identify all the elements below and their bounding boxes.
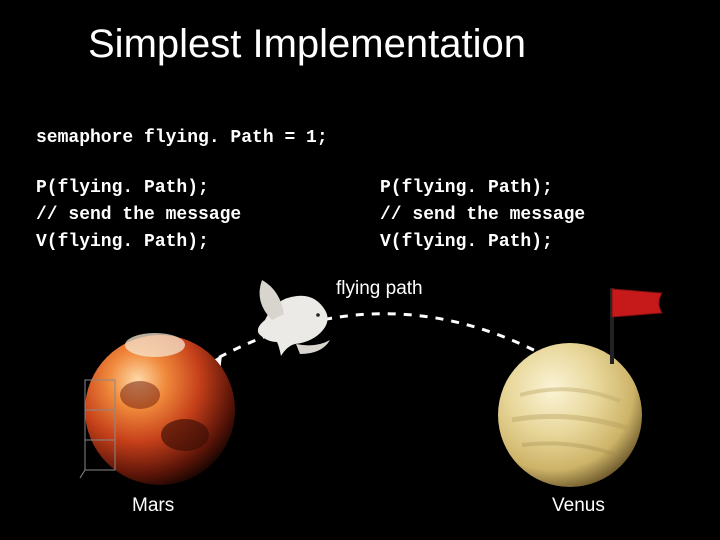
flying-path-arc	[205, 314, 570, 370]
mars-planet	[85, 333, 235, 485]
slide: Simplest Implementation semaphore flying…	[0, 0, 720, 540]
venus-planet	[498, 343, 642, 487]
flag-icon	[612, 288, 662, 364]
dove-icon	[258, 280, 330, 356]
illustration	[0, 0, 720, 540]
